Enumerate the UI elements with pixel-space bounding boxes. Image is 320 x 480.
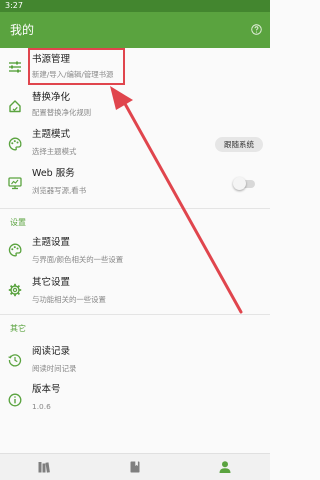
item-title: 替换净化 [32, 92, 71, 103]
menu-item-theme-settings[interactable]: 主题设置 与界面/颜色相关的一些设置 [0, 232, 270, 268]
info-icon [8, 393, 22, 407]
monitor-icon [8, 177, 22, 190]
item-subtitle: 配置替换净化规则 [32, 108, 92, 117]
menu-item-replace[interactable]: 替换净化 配置替换净化规则 [0, 88, 270, 124]
item-subtitle: 选择主题模式 [32, 147, 77, 156]
book-icon[interactable] [128, 460, 142, 474]
menu-item-other-settings[interactable]: 其它设置 与功能相关的一些设置 [0, 270, 270, 306]
gear-icon [8, 283, 22, 297]
item-title: 阅读记录 [32, 346, 71, 357]
menu-item-web-service[interactable]: Web 服务 浏览器写源,看书 [0, 164, 270, 202]
divider [0, 208, 270, 209]
web-service-switch-thumb[interactable] [233, 177, 246, 190]
bottom-nav [0, 453, 270, 480]
status-bar: 3:27 [0, 0, 270, 12]
highlight-box [28, 48, 125, 85]
section-label-settings: 设置 [10, 218, 26, 227]
item-subtitle: 与界面/颜色相关的一些设置 [32, 255, 124, 264]
divider [0, 314, 270, 315]
palette-icon [8, 137, 22, 151]
theme-mode-chip[interactable]: 跟随系统 [215, 137, 263, 152]
item-subtitle: 与功能相关的一些设置 [32, 295, 106, 304]
bookshelf-icon[interactable] [37, 460, 51, 474]
item-subtitle: 1.0.6 [32, 402, 51, 411]
status-time: 3:27 [5, 1, 23, 10]
person-icon[interactable] [218, 460, 232, 474]
palette-icon [8, 243, 22, 257]
item-subtitle: 浏览器写源,看书 [32, 186, 87, 195]
menu-item-version[interactable]: 版本号 1.0.6 [0, 378, 270, 416]
app-bar: 我的 [0, 12, 270, 48]
menu-item-read-record[interactable]: 阅读记录 阅读时间记录 [0, 340, 270, 376]
item-title: 其它设置 [32, 277, 71, 288]
item-title: Web 服务 [32, 168, 75, 179]
sliders-icon [9, 61, 21, 73]
home-clean-icon [9, 100, 21, 113]
item-subtitle: 阅读时间记录 [32, 364, 77, 373]
page-title: 我的 [10, 23, 35, 37]
section-label-other: 其它 [10, 324, 26, 333]
item-title: 版本号 [32, 384, 61, 395]
item-title: 主题模式 [32, 129, 71, 140]
item-title: 主题设置 [32, 237, 71, 248]
history-icon [8, 354, 22, 367]
help-circle-icon[interactable] [251, 24, 262, 35]
